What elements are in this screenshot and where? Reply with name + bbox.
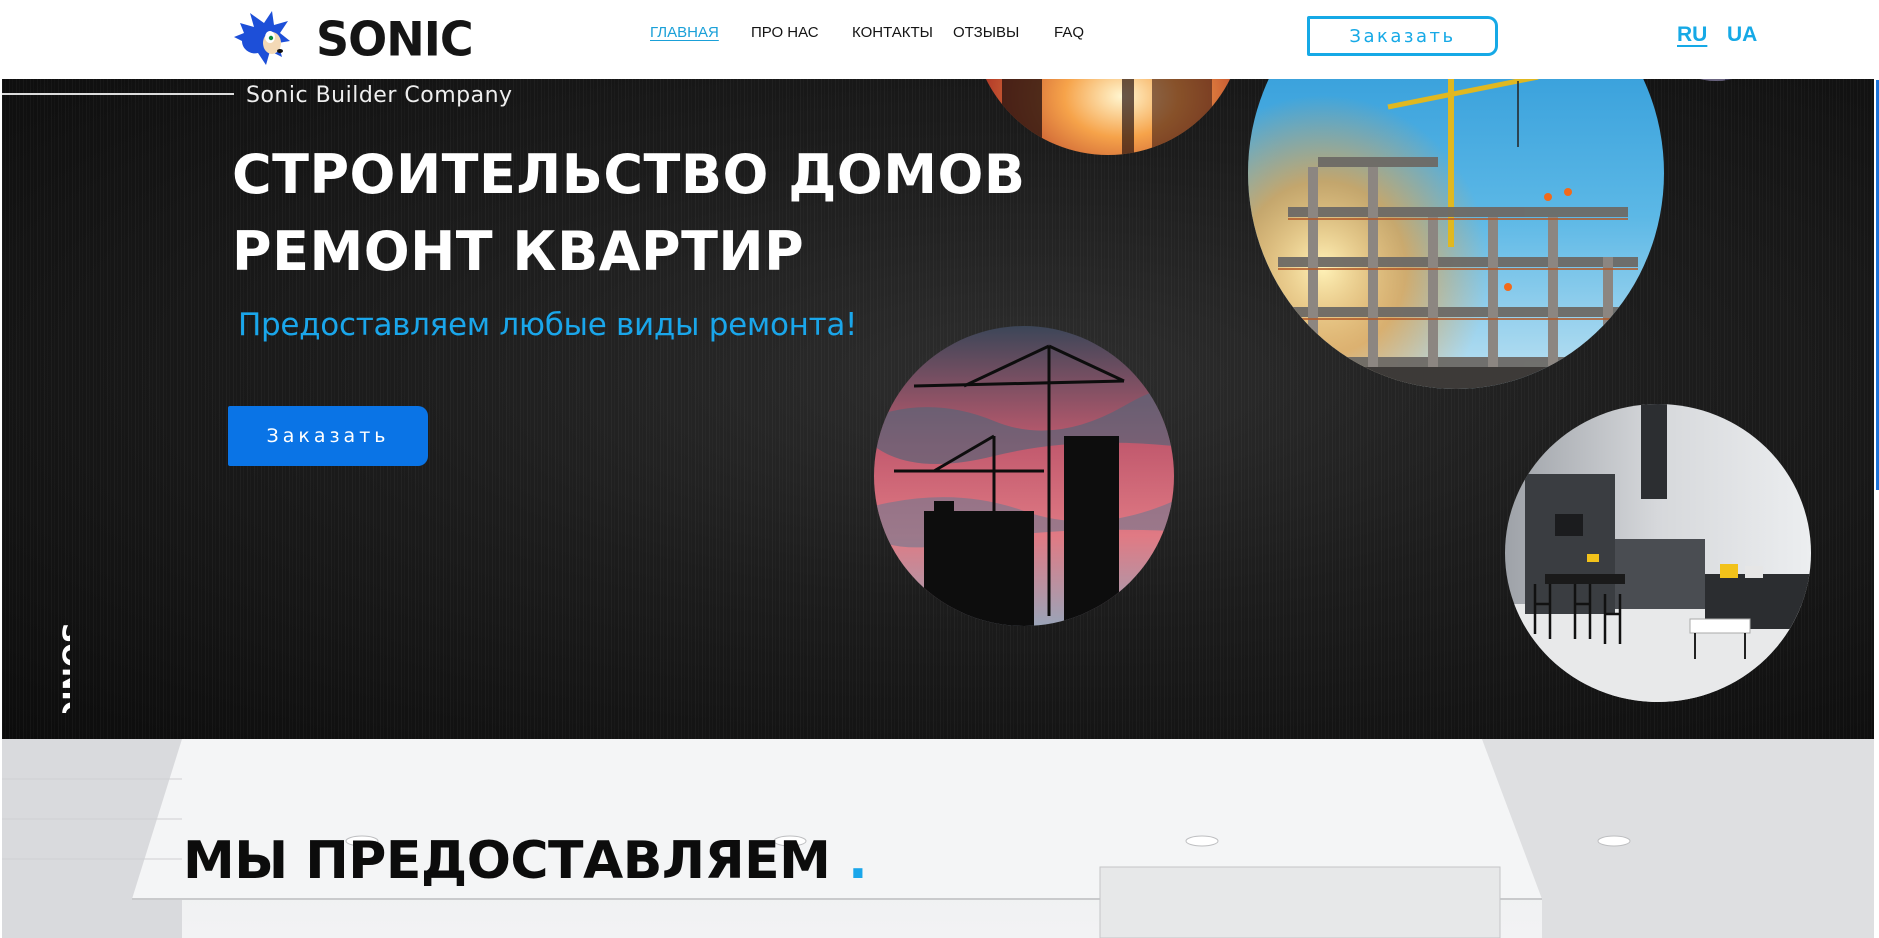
logo-wordmark: SONIC [316, 11, 474, 67]
nav-home[interactable]: ГЛАВНАЯ [650, 23, 719, 43]
services-title: МЫ ПРЕДОСТАВЛЯЕМ . [183, 831, 868, 891]
lang-ua[interactable]: UA [1727, 22, 1757, 48]
modern-kitchen-interior-photo [1505, 404, 1811, 702]
title-accent-dot: . [848, 831, 868, 891]
nav-about[interactable]: ПРО НАС [751, 23, 819, 43]
svg-text:SONIC: SONIC [56, 623, 70, 713]
city-night-photo [1650, 79, 1782, 81]
company-line-divider [2, 93, 234, 95]
nav-contacts[interactable]: КОНТАКТЫ [852, 23, 933, 43]
site-header: SONIC ГЛАВНАЯ ПРО НАС КОНТАКТЫ ОТЗЫВЫ FA… [0, 0, 1879, 79]
sonic-hedgehog-logo-icon [234, 11, 290, 65]
hero-order-button[interactable]: Заказать [228, 406, 428, 466]
lang-ru[interactable]: RU [1677, 22, 1707, 48]
services-section: МЫ ПРЕДОСТАВЛЯЕМ . [2, 739, 1874, 938]
nav-reviews[interactable]: ОТЗЫВЫ [953, 23, 1019, 43]
hero-tagline: Предоставляем любые виды ремонта! [238, 307, 858, 343]
crane-silhouette-photo [874, 326, 1174, 626]
hero-title-line2: РЕМОНТ КВАРТИР [232, 220, 805, 283]
logo[interactable]: SONIC [232, 8, 474, 70]
company-name: Sonic Builder Company [246, 83, 513, 108]
hero-section: Sonic Builder Company СТРОИТЕЛЬСТВО ДОМО… [2, 79, 1874, 739]
high-rise-construction-photo [1248, 79, 1664, 389]
header-order-button[interactable]: Заказать [1307, 16, 1498, 56]
vertical-brand-text: SONIC [56, 623, 70, 713]
nav-faq[interactable]: FAQ [1054, 23, 1084, 43]
hero-title-line1: СТРОИТЕЛЬСТВО ДОМОВ [232, 143, 1026, 206]
